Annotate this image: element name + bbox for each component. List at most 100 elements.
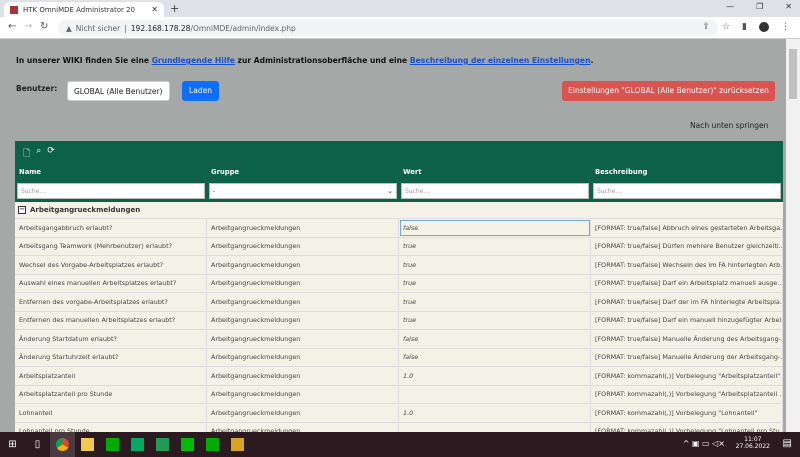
cell-beschreibung: [FORMAT: true/false] Manuelle Änderung d… (591, 348, 783, 366)
cell-name: Wechsel des Vorgabe-Arbeitsplatzes erlau… (15, 256, 207, 274)
close-window-icon[interactable]: ✕ (785, 2, 792, 11)
minimize-icon[interactable]: — (726, 2, 734, 11)
cell-wert[interactable]: true (399, 256, 591, 274)
tool-app-icon[interactable] (225, 432, 250, 457)
column-header-wert[interactable]: Wert (399, 168, 591, 176)
new-document-icon[interactable]: 🗋 (23, 146, 30, 162)
basic-help-link[interactable]: Grundlegende Hilfe (152, 56, 235, 65)
new-tab-button[interactable]: + (170, 2, 179, 15)
settings-grid: 🗋 ⌕ ⟳ Name Gruppe Wert Beschreibung Suche.… (15, 141, 783, 432)
table-row[interactable]: Lohnanteil Arbeitgangrueckmeldungen 1.0 [FO… (15, 404, 783, 423)
menu-icon[interactable]: ⋮ (781, 22, 790, 32)
cell-name: Änderung Startuhrzeit erlaubt? (15, 348, 207, 366)
table-row[interactable]: Arbeitsplatzanteil Arbeitgangrueckmeldung… (15, 367, 783, 386)
url-input[interactable]: ▲ Nicht sicher | 192.168.178.28/OmniMDE/adm… (58, 20, 718, 36)
security-label: Nicht sicher (75, 23, 121, 33)
cell-wert[interactable]: 1.0 (399, 367, 591, 385)
table-row[interactable]: Wechsel des Vorgabe-Arbeitsplatzes erlau… (15, 256, 783, 275)
cell-name: Arbeitsgang Teamwork (Mehrbenutzer) erla… (15, 237, 207, 255)
cell-wert[interactable] (399, 385, 591, 403)
chart-app-icon[interactable] (150, 432, 175, 457)
favicon-icon (10, 5, 18, 14)
cell-beschreibung: [FORMAT: true/false] Darf der im FA hint… (591, 293, 783, 311)
cell-wert[interactable]: true (399, 237, 591, 255)
cell-gruppe: Arbeitgangrueckmeldungen (207, 256, 399, 274)
cell-beschreibung: [FORMAT: kommazahl(,)] Vorbelegung "Arbe… (591, 367, 783, 385)
table-row[interactable]: Entfernen des vorgabe-Arbeitsplatzes erl… (15, 293, 783, 312)
cell-beschreibung: [FORMAT: true/false] Dürfen mehrere Benu… (591, 237, 783, 255)
bookmark-star-icon[interactable]: ☆ (722, 22, 730, 32)
task-view-icon[interactable]: ▯ (25, 432, 50, 457)
table-row[interactable]: Arbeitsgangabbruch erlaubt? Arbeitgangrue… (15, 219, 783, 238)
start-icon[interactable]: ⊞ (0, 432, 25, 457)
table-row[interactable]: Entfernen des manuellen Arbeitsplatzes e… (15, 311, 783, 330)
load-button[interactable]: Laden (182, 81, 219, 101)
cell-gruppe: Arbeitgangrueckmeldungen (207, 348, 399, 366)
share-icon[interactable]: ⇪ (702, 22, 710, 32)
maximize-icon[interactable]: ❐ (756, 2, 763, 11)
url-path: /OmniMDE/admin/index.php (190, 23, 296, 33)
admin-page: In unserer WIKI finden Sie eine Grundleg… (0, 39, 786, 432)
column-header-gruppe[interactable]: Gruppe (207, 168, 399, 176)
close-tab-icon[interactable]: ✕ (151, 5, 158, 14)
cell-beschreibung: [FORMAT: true/false] Wechseln des im FA … (591, 256, 783, 274)
browser-tab[interactable]: HTK OmniMDE Administrator 20 ✕ (4, 2, 164, 17)
wert-filter-input[interactable]: Suche... (401, 183, 589, 199)
wrench-app-icon-2[interactable] (200, 432, 225, 457)
cell-wert[interactable]: true (399, 274, 591, 292)
chevron-down-icon: ⌄ (387, 187, 393, 195)
cell-wert[interactable]: false (399, 330, 591, 348)
reload-icon[interactable]: ↻ (40, 21, 48, 32)
file-explorer-icon[interactable] (75, 432, 100, 457)
clock[interactable]: 11:07 27.06.2022 (736, 436, 770, 450)
table-row[interactable]: Arbeitsplatzanteil pro Stunde Arbeitgangr… (15, 385, 783, 404)
cell-beschreibung: [FORMAT: kommazahl(,)] Vorbelegung "Arbe… (591, 385, 783, 403)
cell-wert[interactable] (399, 422, 591, 432)
cell-name: Entfernen des vorgabe-Arbeitsplatzes erl… (15, 293, 207, 311)
beschreibung-filter-input[interactable]: Suche... (593, 183, 781, 199)
cell-gruppe: Arbeitgangrueckmeldungen (207, 237, 399, 255)
system-tray-icons[interactable]: ^ ▣ ▭ ◁× (683, 439, 725, 448)
group-label: Arbeitgangrueckmeldungen (30, 206, 141, 214)
name-filter-input[interactable]: Suche... (17, 183, 205, 199)
table-row[interactable]: Änderung Startdatum erlaubt? Arbeitgangru… (15, 330, 783, 349)
address-bar-row: ← → ↻ ▲ Nicht sicher | 192.168.178.28/OmniM… (0, 17, 800, 39)
table-row[interactable]: Arbeitsgang Teamwork (Mehrbenutzer) erla… (15, 237, 783, 256)
forward-icon[interactable]: → (24, 21, 32, 32)
cell-wert[interactable]: true (399, 293, 591, 311)
cell-wert[interactable]: false (399, 348, 591, 366)
chrome-icon[interactable] (50, 432, 75, 457)
refresh-icon[interactable]: ⟳ (47, 146, 55, 162)
back-icon[interactable]: ← (8, 21, 16, 32)
table-row[interactable]: Auswahl eines manuellen Arbeitsplatzes e… (15, 274, 783, 293)
cell-beschreibung: [FORMAT: kommazahl(,)] Vorbelegung "Lohn… (591, 404, 783, 422)
sidebar-icon[interactable]: ▮ (742, 22, 747, 32)
cell-gruppe: Arbeitgangrueckmeldungen (207, 274, 399, 292)
user-select[interactable]: GLOBAL (Alle Benutzer) (67, 81, 170, 101)
sync-app-icon[interactable] (175, 432, 200, 457)
browser-tab-bar: HTK OmniMDE Administrator 20 ✕ + — ❐ ✕ (0, 0, 800, 17)
search-icon[interactable]: ⌕ (36, 146, 41, 162)
cell-name: Lohnanteil (15, 404, 207, 422)
table-row[interactable]: Änderung Startuhrzeit erlaubt? Arbeitgang… (15, 348, 783, 367)
profile-avatar[interactable] (759, 22, 769, 32)
cell-wert[interactable]: 1.0 (399, 404, 591, 422)
table-row[interactable]: Lohnanteil pro Stunde Arbeitgangrueckmeld… (15, 422, 783, 432)
gruppe-filter-select[interactable]: - ⌄ (209, 183, 397, 199)
reset-settings-button[interactable]: Einstellungen "GLOBAL (Alle Benutzer)" z… (562, 81, 775, 101)
gear-app-icon[interactable] (125, 432, 150, 457)
jump-to-bottom-link[interactable]: Nach unten springen (690, 121, 768, 130)
cell-beschreibung: [FORMAT: kommazahl(,)] Vorbelegung "Lohn… (591, 422, 783, 432)
column-header-name[interactable]: Name (15, 168, 207, 176)
cell-beschreibung: [FORMAT: true/false] Darf ein Arbeitspla… (591, 274, 783, 292)
group-row[interactable]: − Arbeitgangrueckmeldungen (15, 202, 783, 219)
settings-description-link[interactable]: Beschreibung der einzelnen Einstellungen (410, 56, 591, 65)
column-header-beschreibung[interactable]: Beschreibung (591, 168, 783, 176)
wiki-info: In unserer WIKI finden Sie eine Grundleg… (16, 56, 594, 65)
cell-wert[interactable]: false (399, 219, 591, 237)
notification-icon[interactable]: ▤ (783, 438, 792, 449)
vertical-scrollbar[interactable] (786, 39, 800, 432)
cell-wert[interactable]: true (399, 311, 591, 329)
wrench-app-icon[interactable] (100, 432, 125, 457)
collapse-icon[interactable]: − (18, 206, 26, 214)
